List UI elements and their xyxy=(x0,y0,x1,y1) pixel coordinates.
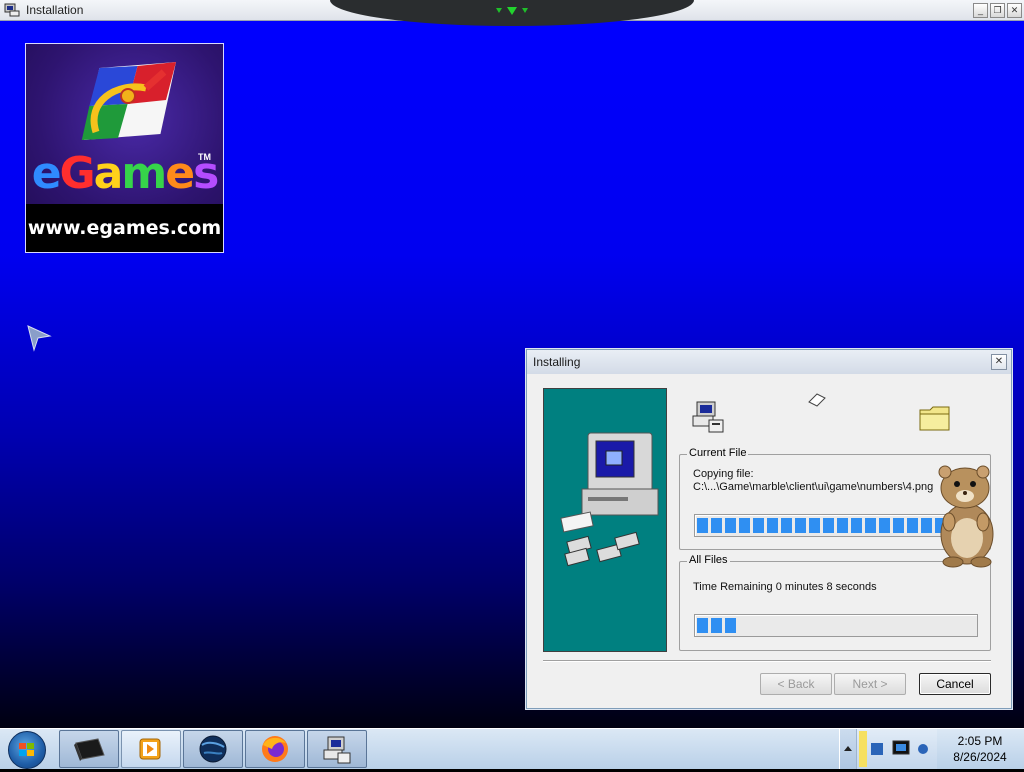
egames-url: www.egames.com xyxy=(26,204,223,252)
tray-expand[interactable] xyxy=(839,729,856,769)
computer-setup-icon xyxy=(560,432,659,567)
window-title: Installation xyxy=(26,3,84,17)
hamster-mascot-icon xyxy=(938,465,994,568)
green-gem-icon xyxy=(496,7,528,15)
globe-icon xyxy=(199,735,227,763)
clock-date: 8/26/2024 xyxy=(953,750,1007,764)
dialog-close-button[interactable]: ✕ xyxy=(991,354,1007,370)
all-files-group: All Files Time Remaining 0 minutes 8 sec… xyxy=(679,554,991,651)
installing-dialog: Installing ✕ Current File Copying file: … xyxy=(526,349,1012,709)
terminal-icon xyxy=(74,738,105,761)
all-files-legend: All Files xyxy=(687,554,730,566)
dialog-title-bar: Installing ✕ xyxy=(527,350,1011,374)
installer-computer-icon xyxy=(692,401,724,433)
taskbar-clock[interactable]: 2:05 PM 8/26/2024 xyxy=(936,729,1024,769)
trademark-mark: TM xyxy=(198,152,211,162)
close-button[interactable]: ✕ xyxy=(1007,3,1022,18)
media-player-icon xyxy=(139,738,161,760)
tray-icons xyxy=(859,731,928,767)
egames-wordmark: eGames xyxy=(31,148,220,199)
network-icon xyxy=(871,743,883,755)
all-files-progress-bar xyxy=(694,614,978,637)
taskbar-globe[interactable] xyxy=(183,730,243,768)
restore-button[interactable]: ❐ xyxy=(990,3,1005,18)
top-notch-decoration xyxy=(330,0,694,26)
time-remaining-text: Time Remaining 0 minutes 8 seconds xyxy=(693,581,877,593)
folder-icon xyxy=(919,406,950,431)
windows-logo-icon xyxy=(19,743,34,756)
installer-app-icon xyxy=(4,3,20,17)
installer-icon xyxy=(323,736,351,764)
current-file-legend: Current File xyxy=(687,447,749,459)
taskbar-installer[interactable] xyxy=(307,730,367,768)
cancel-button[interactable]: Cancel xyxy=(919,673,991,695)
mouse-cursor-icon xyxy=(27,325,52,352)
dialog-separator xyxy=(543,660,991,662)
desktop: Installation _ ❐ ✕ eGames TM www.egames.… xyxy=(0,0,1024,728)
taskbar-media-player[interactable] xyxy=(121,730,181,768)
copying-file-label: Copying file: xyxy=(693,468,754,480)
clock-time: 2:05 PM xyxy=(957,734,1003,748)
setup-illustration-panel xyxy=(543,388,667,652)
next-button[interactable]: Next > xyxy=(834,673,906,695)
egames-logo: eGames TM www.egames.com xyxy=(25,43,224,253)
system-tray xyxy=(856,729,937,769)
all-files-progress-fill xyxy=(697,618,736,633)
volume-icon xyxy=(918,744,928,754)
current-file-path: C:\...\Game\marble\client\ui\game\number… xyxy=(693,481,934,493)
start-button[interactable] xyxy=(8,731,46,769)
taskbar: 2:05 PM 8/26/2024 xyxy=(0,728,1024,769)
taskbar-terminal[interactable] xyxy=(59,730,119,768)
taskbar-firefox[interactable] xyxy=(245,730,305,768)
firefox-icon xyxy=(262,736,288,762)
egames-emblem-icon xyxy=(81,62,176,140)
back-button[interactable]: < Back xyxy=(760,673,832,695)
dialog-title: Installing xyxy=(533,355,581,369)
flying-paper-icon xyxy=(808,393,826,407)
minimize-button[interactable]: _ xyxy=(973,3,988,18)
chevron-up-icon xyxy=(844,746,852,751)
